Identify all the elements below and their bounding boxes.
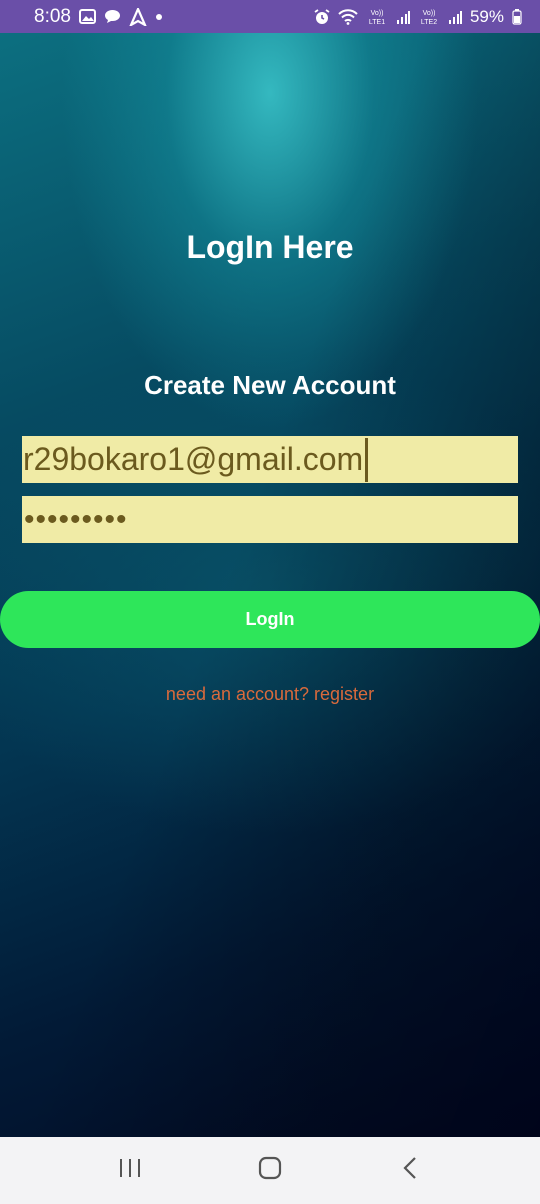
login-button[interactable]: LogIn: [0, 591, 540, 648]
email-value: r29bokaro1@gmail.com: [23, 441, 364, 477]
status-left: 8:08: [34, 6, 163, 28]
back-icon: [402, 1156, 418, 1185]
svg-text:LTE1: LTE1: [369, 19, 385, 26]
battery-icon: [512, 8, 522, 25]
navigation-bar: [0, 1137, 540, 1204]
dot-icon: [155, 13, 163, 21]
create-account-heading: Create New Account: [144, 370, 396, 400]
alarm-icon: [314, 8, 330, 25]
recent-apps-button[interactable]: [110, 1151, 150, 1191]
password-value: •••••••••: [24, 502, 128, 536]
signal-icon: [396, 10, 410, 24]
home-button[interactable]: [250, 1151, 290, 1191]
home-icon: [258, 1156, 282, 1185]
email-field[interactable]: r29bokaro1@gmail.com: [22, 436, 518, 483]
status-right: Vo)) LTE1 Vo)) LTE2 59%: [314, 7, 522, 27]
svg-text:Vo)): Vo)): [423, 10, 436, 17]
back-button[interactable]: [390, 1151, 430, 1191]
register-link[interactable]: need an account? register: [0, 684, 540, 705]
gallery-icon: [78, 9, 96, 24]
status-bar: 8:08 Vo)) LTE1 Vo)) LTE2 59%: [0, 0, 540, 33]
recent-apps-icon: [118, 1157, 142, 1184]
page-title: LogIn Here: [186, 229, 354, 265]
login-button-label: LogIn: [245, 609, 295, 629]
login-screen: LogIn Here Create New Account r29bokaro1…: [0, 33, 540, 1137]
svg-text:LTE2: LTE2: [421, 19, 437, 26]
navigation-icon: [129, 7, 147, 26]
chat-icon: [104, 9, 121, 24]
text-caret: [365, 437, 369, 482]
battery-percent: 59%: [469, 6, 504, 26]
svg-text:Vo)): Vo)): [371, 10, 384, 17]
volte-lte2-icon: Vo)) LTE2: [418, 8, 440, 26]
wifi-icon: [338, 8, 358, 25]
status-time: 8:08: [34, 5, 71, 27]
signal-icon: [448, 10, 462, 24]
volte-lte1-icon: Vo)) LTE1: [366, 8, 388, 26]
password-field[interactable]: •••••••••: [22, 496, 518, 543]
